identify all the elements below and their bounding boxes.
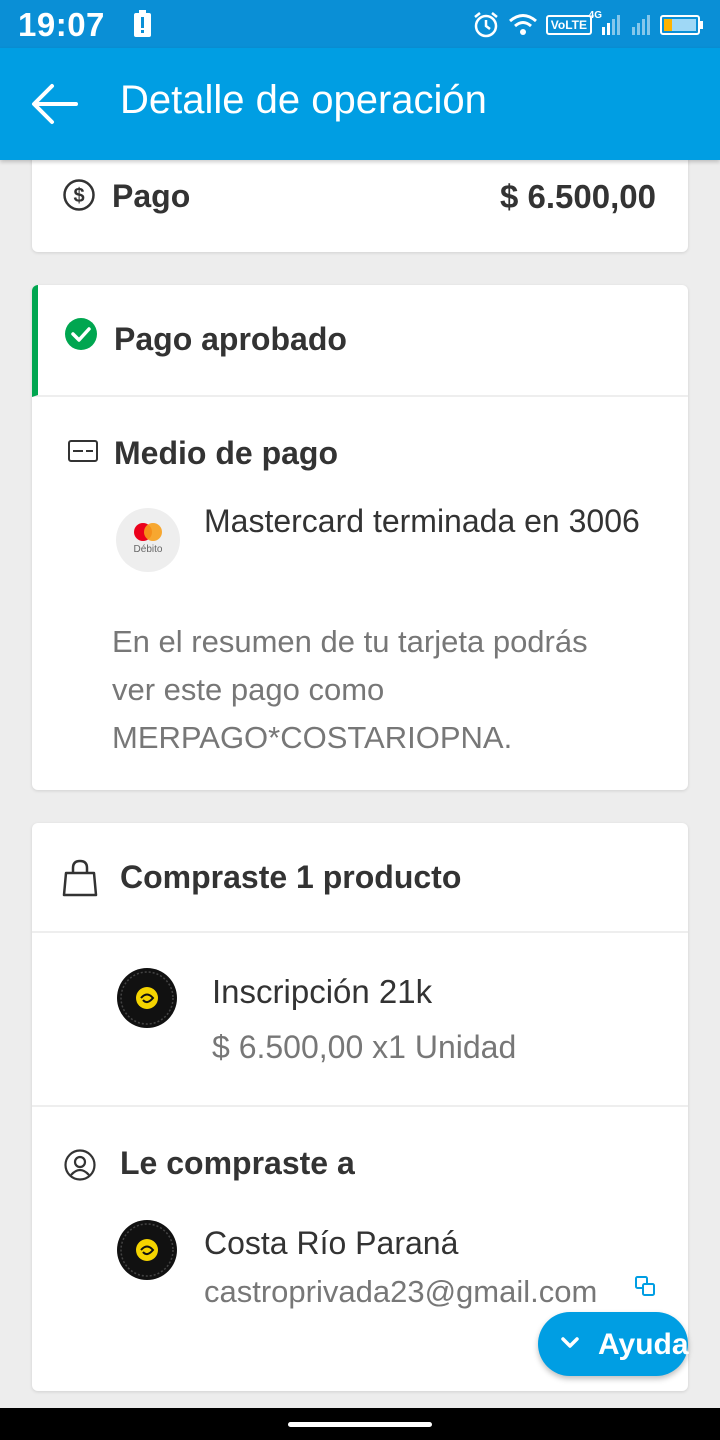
approved-header: Pago aprobado xyxy=(32,285,688,397)
battery-alert-icon xyxy=(134,10,151,37)
credit-card-icon xyxy=(68,440,98,462)
shopping-bag-icon xyxy=(62,859,98,897)
status-bar: 19:07 VoLTE 4G xyxy=(0,0,720,48)
alarm-icon xyxy=(474,12,498,38)
help-button[interactable]: Ayuda xyxy=(538,1312,689,1376)
status-time: 19:07 xyxy=(18,6,105,43)
seller-name: Costa Río Paraná xyxy=(204,1225,459,1261)
seller-title: Le compraste a xyxy=(120,1145,355,1181)
page-title: Detalle de operación xyxy=(120,78,487,122)
product-logo xyxy=(117,968,177,1028)
payment-amount: $ 6.500,00 xyxy=(500,178,656,215)
dollar-icon: $ xyxy=(63,179,95,211)
payment-method-title: Medio de pago xyxy=(114,435,338,471)
purchase-header: Compraste 1 producto xyxy=(32,823,688,933)
card-type-label: Débito xyxy=(133,544,163,555)
payment-status-card: Pago aprobado Medio de pago Débito Maste… xyxy=(32,285,688,790)
signal-icon xyxy=(602,15,620,35)
battery-icon xyxy=(660,15,703,35)
volte-badge: VoLTE 4G xyxy=(545,10,602,35)
statement-summary: En el resumen de tu tarjeta podrás ver e… xyxy=(112,624,588,755)
back-arrow-icon[interactable] xyxy=(28,80,80,128)
status-label: Pago aprobado xyxy=(114,321,347,357)
card-description: Mastercard terminada en 3006 xyxy=(204,503,640,539)
wifi-icon xyxy=(508,14,537,35)
payment-summary-card: $ Pago $ 6.500,00 xyxy=(32,150,688,252)
system-nav-bar xyxy=(0,1408,720,1440)
network-type-label: 4G xyxy=(588,10,602,21)
product-row[interactable]: Inscripción 21k $ 6.500,00 x1 Unidad xyxy=(32,933,688,1107)
svg-text:$: $ xyxy=(73,185,84,207)
mastercard-logo: Débito xyxy=(116,508,180,572)
purchase-title: Compraste 1 producto xyxy=(120,859,462,895)
chevron-down-icon xyxy=(561,1337,579,1348)
mastercard-icon xyxy=(134,523,162,541)
copy-icon[interactable] xyxy=(634,1275,656,1297)
payment-label: Pago xyxy=(112,178,191,214)
status-icons: VoLTE 4G xyxy=(472,10,704,40)
check-circle-icon xyxy=(65,318,97,350)
purchase-card: Compraste 1 producto Inscripción 21k $ 6… xyxy=(32,823,688,1391)
product-price: $ 6.500,00 x1 Unidad xyxy=(212,1029,517,1065)
signal-2-icon xyxy=(632,15,650,35)
product-name: Inscripción 21k xyxy=(212,973,433,1010)
seller-logo xyxy=(117,1220,177,1280)
seller-email: castroprivada23@gmail.com xyxy=(204,1274,598,1309)
home-indicator[interactable] xyxy=(288,1422,432,1427)
help-label: Ayuda xyxy=(598,1328,689,1361)
app-bar: Detalle de operación xyxy=(0,48,720,160)
user-circle-icon xyxy=(64,1149,96,1181)
